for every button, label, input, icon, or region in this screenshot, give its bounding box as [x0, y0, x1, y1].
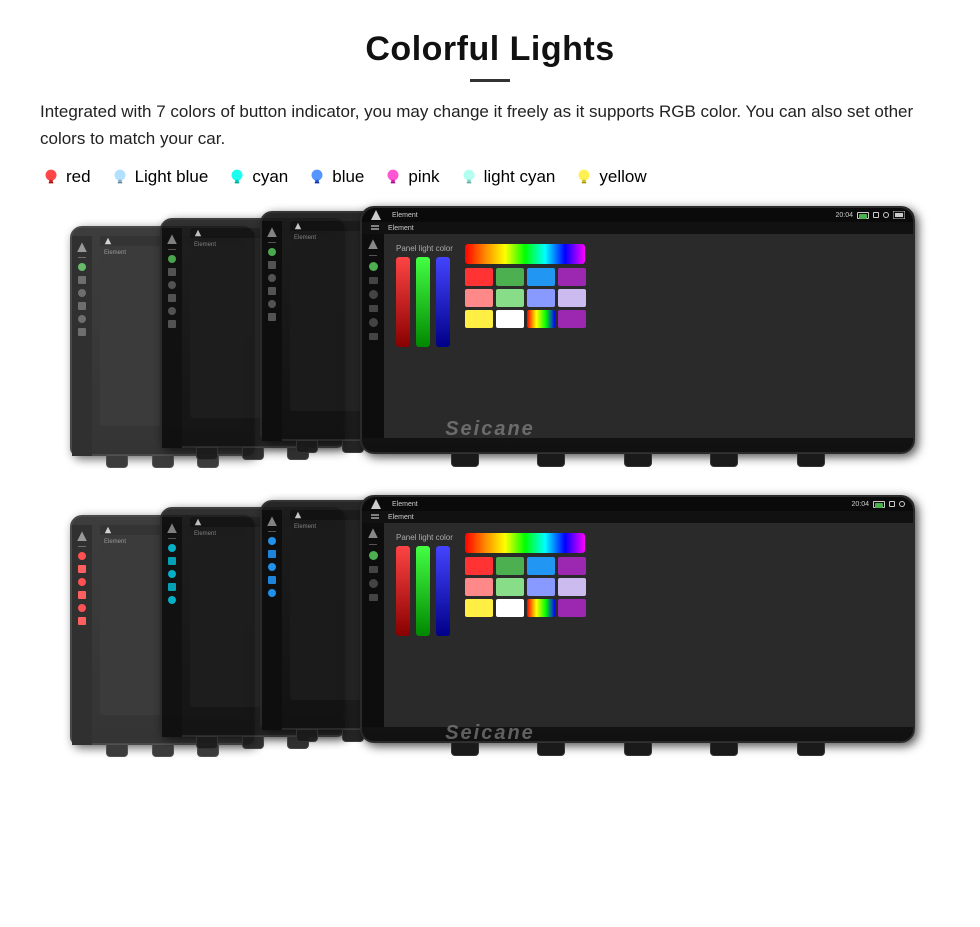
page-container: Colorful Lights Integrated with 7 colors… — [0, 0, 980, 829]
color-item-blue: blue — [306, 166, 364, 188]
cyan-bulb-icon — [226, 166, 248, 188]
lightcyan-bulb-icon — [458, 166, 480, 188]
color-row: red Light blue cyan blue — [40, 166, 940, 188]
red-bulb-icon — [40, 166, 62, 188]
blue-bulb-icon — [306, 166, 328, 188]
page-title: Colorful Lights — [40, 30, 940, 69]
color-item-lightblue: Light blue — [109, 166, 209, 188]
lightblue-bulb-icon — [109, 166, 131, 188]
color-label-lightcyan: light cyan — [484, 167, 556, 187]
bottom-device-group: Element — [60, 495, 920, 775]
color-item-lightcyan: light cyan — [458, 166, 556, 188]
top-devices-scene: Element — [60, 206, 920, 471]
title-divider — [470, 79, 510, 82]
top-device-group: Element — [60, 206, 920, 471]
color-item-pink: pink — [382, 166, 439, 188]
bottom-devices-scene: Element — [60, 495, 920, 775]
title-section: Colorful Lights — [40, 30, 940, 82]
color-item-yellow: yellow — [573, 166, 646, 188]
device-main-bottom: Element 20:04 Element — [360, 495, 915, 743]
yellow-bulb-icon — [573, 166, 595, 188]
panel-light-title: Panel light color — [396, 244, 453, 253]
color-item-red: red — [40, 166, 91, 188]
color-label-blue: blue — [332, 167, 364, 187]
description-text: Integrated with 7 colors of button indic… — [40, 98, 940, 152]
device-main-top: Element 20:04 Element — [360, 206, 915, 454]
color-label-lightblue: Light blue — [135, 167, 209, 187]
color-label-red: red — [66, 167, 91, 187]
color-item-cyan: cyan — [226, 166, 288, 188]
color-label-cyan: cyan — [252, 167, 288, 187]
color-label-pink: pink — [408, 167, 439, 187]
color-label-yellow: yellow — [599, 167, 646, 187]
pink-bulb-icon — [382, 166, 404, 188]
